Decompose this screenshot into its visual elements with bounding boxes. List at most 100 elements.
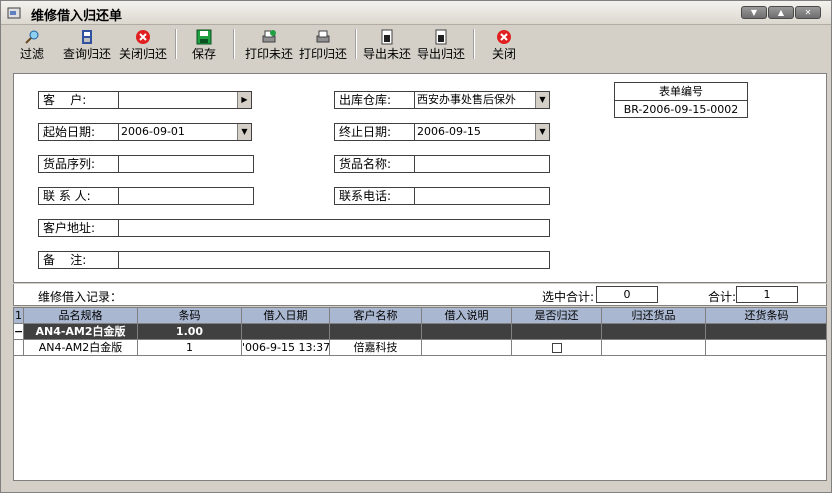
records-summary-bar: 维修借入记录： 选中合计: 0 合计: 1 [13, 284, 827, 306]
print-unreturned-button[interactable]: 打印未还 [243, 29, 295, 61]
filter-icon [25, 30, 39, 44]
phone-label: 联系电话: [334, 187, 416, 205]
grid-header-row: 1 品名规格 条码 借入日期 客户名称 借入说明 是否归还 归还货品 还货条码 [14, 308, 826, 324]
minimize-button[interactable]: ▼ [741, 6, 767, 19]
address-field[interactable] [118, 219, 550, 237]
close-return-button[interactable]: 关闭归还 [117, 29, 169, 61]
end-date-label: 终止日期: [334, 123, 416, 141]
chevron-down-icon[interactable]: ▼ [535, 124, 549, 140]
save-button[interactable]: 保存 [187, 29, 221, 61]
toolbar-separator [175, 29, 177, 59]
toolbar-separator [473, 29, 475, 59]
title-bar[interactable]: 维修借入归还单 ▼ ▲ ✕ [1, 1, 831, 25]
filter-button[interactable]: 过滤 [15, 29, 49, 61]
close-button[interactable]: 关闭 [487, 29, 521, 61]
group-name: AN4-AM2白金版 [24, 324, 138, 340]
end-date-value: 2006-09-15 [417, 125, 481, 138]
customer-label: 客 户: [38, 91, 120, 109]
export-unreturned-button[interactable]: 导出未还 [361, 29, 413, 61]
export-unreturned-icon [381, 29, 393, 45]
group-cell [422, 324, 512, 340]
group-cell [242, 324, 330, 340]
maximize-button[interactable]: ▲ [768, 6, 794, 19]
col-note[interactable]: 借入说明 [422, 308, 512, 324]
phone-field[interactable] [414, 187, 550, 205]
export-returned-icon [435, 29, 447, 45]
grid-corner: 1 [14, 308, 24, 324]
contact-field[interactable] [118, 187, 254, 205]
cell-returned[interactable] [512, 340, 602, 356]
product-name-label: 货品名称: [334, 155, 416, 173]
col-borrow-date[interactable]: 借入日期 [242, 308, 330, 324]
start-date-field[interactable]: 2006-09-01 ▼ [118, 123, 252, 141]
toolbar: 过滤 查询归还 关闭归还 保存 打印未还 打印归还 导出未还 导出归还 关闭 [1, 27, 831, 63]
group-cell [706, 324, 826, 340]
warehouse-select[interactable]: 西安办事处售后保外 ▼ [414, 91, 550, 109]
col-return-barcode[interactable]: 还货条码 [706, 308, 826, 324]
returned-checkbox[interactable] [551, 343, 562, 353]
warehouse-value: 西安办事处售后保外 [417, 93, 516, 106]
customer-field[interactable]: ▶ [118, 91, 252, 109]
print-returned-label: 打印归还 [298, 47, 347, 61]
remarks-field[interactable] [118, 251, 550, 269]
cell-customer[interactable]: 倍嘉科技 [330, 340, 422, 356]
start-date-label: 起始日期: [38, 123, 120, 141]
form-number-box: 表单编号 BR-2006-09-15-0002 [614, 82, 748, 118]
query-return-label: 查询归还 [62, 47, 111, 61]
remarks-label: 备 注: [38, 251, 120, 269]
cell-spec[interactable]: AN4-AM2白金版 [24, 340, 138, 356]
close-window-button[interactable]: ✕ [795, 6, 821, 19]
query-return-button[interactable]: 查询归还 [61, 29, 113, 61]
product-name-field[interactable] [414, 155, 550, 173]
main-window: 维修借入归还单 ▼ ▲ ✕ 过滤 查询归还 关闭归还 保存 打印未还 打印归还 … [0, 0, 832, 493]
export-returned-button[interactable]: 导出归还 [415, 29, 467, 61]
address-label: 客户地址: [38, 219, 120, 237]
chevron-down-icon[interactable]: ▼ [535, 92, 549, 108]
group-cell [602, 324, 706, 340]
close-return-label: 关闭归还 [118, 47, 167, 61]
total-value: 1 [736, 286, 798, 303]
toolbar-separator [355, 29, 357, 59]
table-row[interactable]: AN4-AM2白金版 1 '006-9-15 13:37:3 倍嘉科技 [14, 340, 826, 356]
cell-borrow-date[interactable]: '006-9-15 13:37:3 [242, 340, 330, 356]
close-icon [497, 30, 511, 44]
query-icon [82, 30, 92, 44]
toolbar-separator [233, 29, 235, 59]
contact-label: 联 系 人: [38, 187, 120, 205]
col-spec[interactable]: 品名规格 [24, 308, 138, 324]
export-unreturned-label: 导出未还 [362, 47, 411, 61]
form-number-label: 表单编号 [659, 85, 703, 98]
selected-total-value: 0 [596, 286, 658, 303]
group-collapse-toggle[interactable]: − [14, 324, 24, 340]
col-return-item[interactable]: 归还货品 [602, 308, 706, 324]
group-total: 1.00 [138, 324, 242, 340]
total-label: 合计: [708, 290, 737, 304]
serial-label: 货品序列: [38, 155, 120, 173]
col-barcode[interactable]: 条码 [138, 308, 242, 324]
serial-field[interactable] [118, 155, 254, 173]
cell-return-barcode[interactable] [706, 340, 826, 356]
window-title: 维修借入归还单 [31, 9, 123, 24]
col-customer[interactable]: 客户名称 [330, 308, 422, 324]
group-cell [330, 324, 422, 340]
customer-picker-arrow-icon[interactable]: ▶ [237, 92, 251, 108]
warehouse-label: 出库仓库: [334, 91, 416, 109]
end-date-field[interactable]: 2006-09-15 ▼ [414, 123, 550, 141]
cell-barcode[interactable]: 1 [138, 340, 242, 356]
col-returned[interactable]: 是否归还 [512, 308, 602, 324]
app-icon [7, 7, 21, 19]
chevron-down-icon[interactable]: ▼ [237, 124, 251, 140]
print-unreturned-label: 打印未还 [244, 47, 293, 61]
group-cell [512, 324, 602, 340]
form-panel: 客 户: ▶ 出库仓库: 西安办事处售后保外 ▼ 表单编号 BR-2006-09… [13, 73, 827, 283]
close-return-icon [136, 30, 150, 44]
close-label: 关闭 [491, 47, 516, 61]
records-grid: 1 品名规格 条码 借入日期 客户名称 借入说明 是否归还 归还货品 还货条码 … [13, 307, 827, 481]
print-returned-button[interactable]: 打印归还 [297, 29, 349, 61]
cell-return-item[interactable] [602, 340, 706, 356]
cell-note[interactable] [422, 340, 512, 356]
group-row[interactable]: − AN4-AM2白金版 1.00 [14, 324, 826, 340]
start-date-value: 2006-09-01 [121, 125, 185, 138]
print-returned-icon [316, 30, 330, 43]
form-number-value: BR-2006-09-15-0002 [615, 100, 747, 117]
